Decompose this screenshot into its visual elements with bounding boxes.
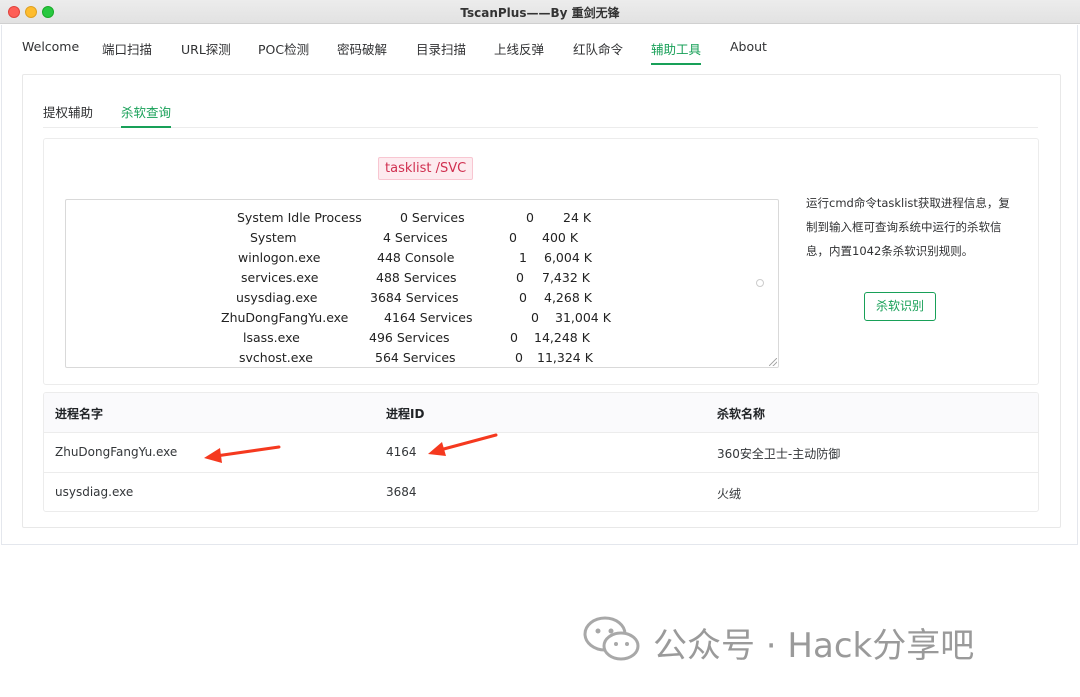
cell-av-name: 360安全卫士-主动防御	[717, 447, 841, 461]
subtab-privesc[interactable]: 提权辅助	[43, 102, 93, 128]
tab-poc-check[interactable]: POC检测	[258, 39, 309, 65]
wechat-icon	[583, 616, 640, 661]
tab-aux-tools[interactable]: 辅助工具	[651, 39, 702, 65]
window-title: TscanPlus——By 重剑无锋	[460, 6, 620, 20]
tab-url-probe[interactable]: URL探测	[181, 39, 231, 65]
tasklist-line: svchost.exe 564 Services 0 11,324 K	[239, 350, 593, 365]
av-query-description: 运行cmd命令tasklist获取进程信息，复制到输入框可查询系统中运行的杀软信…	[806, 196, 1010, 258]
column-header-pid[interactable]: 进程ID	[386, 405, 424, 422]
table-header: 进程名字 进程ID 杀软名称	[44, 393, 1038, 433]
tab-reverse-shell[interactable]: 上线反弹	[494, 39, 544, 65]
table-row[interactable]: usysdiag.exe 3684 火绒	[44, 473, 1038, 511]
column-header-av-name[interactable]: 杀软名称	[717, 405, 765, 422]
resize-handle[interactable]	[769, 358, 777, 366]
tasklist-line: System 4 Services 0 400 K	[250, 230, 579, 245]
table-row[interactable]: ZhuDongFangYu.exe 4164 360安全卫士-主动防御	[44, 433, 1038, 473]
tasklist-line: ZhuDongFangYu.exe 4164 Services 0 31,004…	[221, 310, 611, 325]
tasklist-line: lsass.exe 496 Services 0 14,248 K	[243, 330, 590, 345]
tasklist-line: System Idle Process 0 Services 0 24 K	[237, 210, 592, 225]
tasklist-line: usysdiag.exe 3684 Services 0 4,268 K	[236, 290, 592, 305]
column-header-process[interactable]: 进程名字	[55, 405, 103, 422]
cell-pid: 3684	[386, 485, 417, 499]
tab-password-crack[interactable]: 密码破解	[337, 39, 387, 65]
annotation-arrow-icon	[428, 433, 498, 456]
watermark: 公众号 · Hack分享吧	[583, 612, 1053, 668]
tab-welcome[interactable]: Welcome	[22, 39, 79, 65]
tasklist-line: winlogon.exe 448 Console 1 6,004 K	[238, 250, 592, 265]
app-frame: Welcome 端口扫描 URL探测 POC检测 密码破解 目录扫描 上线反弹 …	[1, 25, 1078, 545]
command-tag: tasklist /SVC	[378, 157, 474, 180]
main-tabs: Welcome 端口扫描 URL探测 POC检测 密码破解 目录扫描 上线反弹 …	[2, 25, 1079, 65]
title-bar: TscanPlus——By 重剑无锋	[0, 0, 1080, 24]
subtab-av-query[interactable]: 杀软查询	[121, 102, 172, 128]
detect-av-button[interactable]: 杀软识别	[864, 292, 936, 321]
tasklist-input[interactable]: System Idle Process 0 Services 0 24 K Sy…	[65, 199, 779, 368]
tab-dir-scan[interactable]: 目录扫描	[416, 39, 466, 65]
aux-tools-card: 提权辅助 杀软查询 tasklist /SVC System Idle Proc…	[22, 74, 1061, 528]
cell-process: ZhuDongFangYu.exe	[55, 445, 178, 459]
cell-av-name: 火绒	[717, 487, 742, 501]
cell-process: usysdiag.exe	[55, 485, 134, 499]
tab-redteam-commands[interactable]: 红队命令	[573, 39, 623, 65]
sub-tabs: 提权辅助 杀软查询	[43, 101, 1038, 128]
tasklist-line: services.exe 488 Services 0 7,432 K	[241, 270, 590, 285]
annotation-arrow-icon	[204, 445, 281, 463]
av-result-table: 进程名字 进程ID 杀软名称 ZhuDongFangYu.exe 4164 36…	[43, 392, 1039, 512]
av-query-panel: tasklist /SVC System Idle Process 0 Serv…	[43, 138, 1039, 385]
cell-pid: 4164	[386, 445, 417, 459]
scrollbar-indicator[interactable]	[756, 279, 764, 287]
tab-about[interactable]: About	[730, 39, 767, 65]
watermark-text: 公众号 · Hack分享吧	[653, 626, 975, 666]
tab-port-scan[interactable]: 端口扫描	[102, 39, 152, 65]
